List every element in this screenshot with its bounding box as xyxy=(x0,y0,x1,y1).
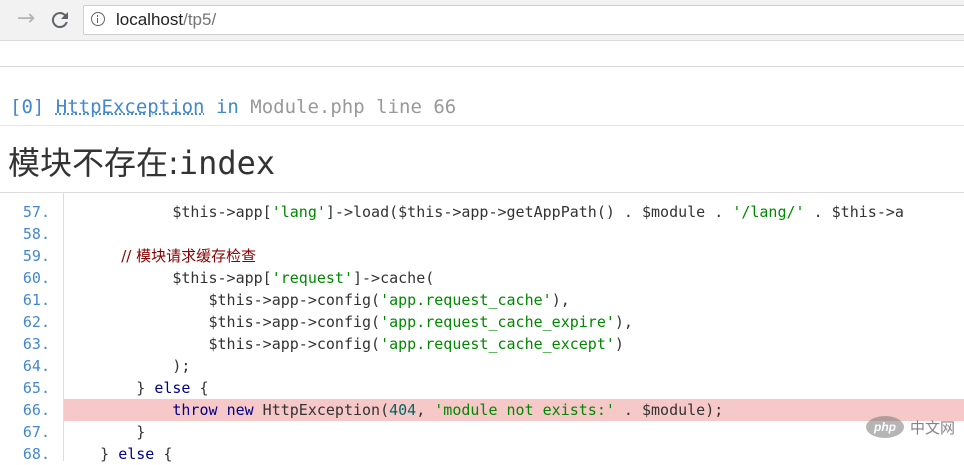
line-number: 61. xyxy=(22,291,50,309)
divider xyxy=(0,66,964,67)
line-number: 65. xyxy=(22,379,50,397)
line-number: 60. xyxy=(22,269,50,287)
php-logo: php xyxy=(866,416,904,438)
url-text[interactable]: localhost/tp5/ xyxy=(116,10,216,30)
code-line: 60. $this->app['request']->cache( xyxy=(0,267,964,289)
code-text: $this->app->config('app.request_cache_ex… xyxy=(208,313,633,331)
code-text: $this->app['request']->cache( xyxy=(172,269,435,287)
reload-icon[interactable] xyxy=(48,8,72,32)
code-text: } else { xyxy=(64,379,209,397)
code-text: ); xyxy=(64,357,191,375)
forward-arrow-icon[interactable]: → xyxy=(14,8,38,32)
exception-message-module: index xyxy=(178,144,276,182)
url-host: localhost xyxy=(116,10,184,29)
code-text: } else { xyxy=(64,445,173,463)
info-icon[interactable] xyxy=(91,12,105,26)
exception-class-link[interactable]: HttpException xyxy=(56,96,205,118)
exception-location: [0] HttpException in Module.php line 66 xyxy=(10,96,456,118)
exception-line-label: line xyxy=(376,96,422,118)
line-number: 66. xyxy=(22,401,50,419)
code-line: 67. } xyxy=(0,421,964,443)
divider xyxy=(0,125,964,126)
source-code-block: 57. $this->app['lang']->load($this->app-… xyxy=(0,192,964,463)
code-line: 68. } else { xyxy=(0,443,964,465)
line-number: 67. xyxy=(22,423,50,441)
code-text: throw new HttpException(404, 'module not… xyxy=(64,399,964,421)
code-line: 66. throw new HttpException(404, 'module… xyxy=(0,399,964,421)
line-number: 63. xyxy=(22,335,50,353)
code-line: 65. } else { xyxy=(0,377,964,399)
line-number: 68. xyxy=(22,445,50,463)
code-line: 64. ); xyxy=(0,355,964,377)
exception-message: 模块不存在:index xyxy=(8,138,275,184)
code-line: 59. // 模块请求缓存检查 xyxy=(0,245,964,267)
code-text: // 模块请求缓存检查 xyxy=(64,247,257,265)
watermark-text: 中文网 xyxy=(910,418,956,437)
code-line: 58. xyxy=(0,223,964,245)
exception-index: [0] xyxy=(10,96,45,118)
code-line: 57. $this->app['lang']->load($this->app-… xyxy=(0,201,964,223)
code-line: 63. $this->app->config('app.request_cach… xyxy=(0,333,964,355)
line-number: 62. xyxy=(22,313,50,331)
line-number: 64. xyxy=(22,357,50,375)
code-text: } xyxy=(64,423,146,441)
code-text: $this->app->config('app.request_cache'), xyxy=(208,291,570,309)
line-number: 59. xyxy=(22,247,50,265)
exception-line-number: 66 xyxy=(433,96,457,118)
line-number: 57. xyxy=(22,203,50,221)
address-bar[interactable]: localhost/tp5/ xyxy=(83,5,964,35)
exception-message-text: 模块不存在: xyxy=(8,144,179,182)
code-text: $this->app->config('app.request_cache_ex… xyxy=(208,335,624,353)
exception-in: in xyxy=(215,96,239,118)
url-path: /tp5/ xyxy=(183,10,217,29)
code-line: 61. $this->app->config('app.request_cach… xyxy=(0,289,964,311)
line-number: 58. xyxy=(22,225,50,243)
browser-toolbar: → localhost/tp5/ xyxy=(0,0,964,41)
watermark: php 中文网 xyxy=(866,416,955,438)
code-text: $this->app['lang']->load($this->app->get… xyxy=(172,203,904,221)
exception-file: Module.php xyxy=(250,96,365,118)
code-line: 62. $this->app->config('app.request_cach… xyxy=(0,311,964,333)
